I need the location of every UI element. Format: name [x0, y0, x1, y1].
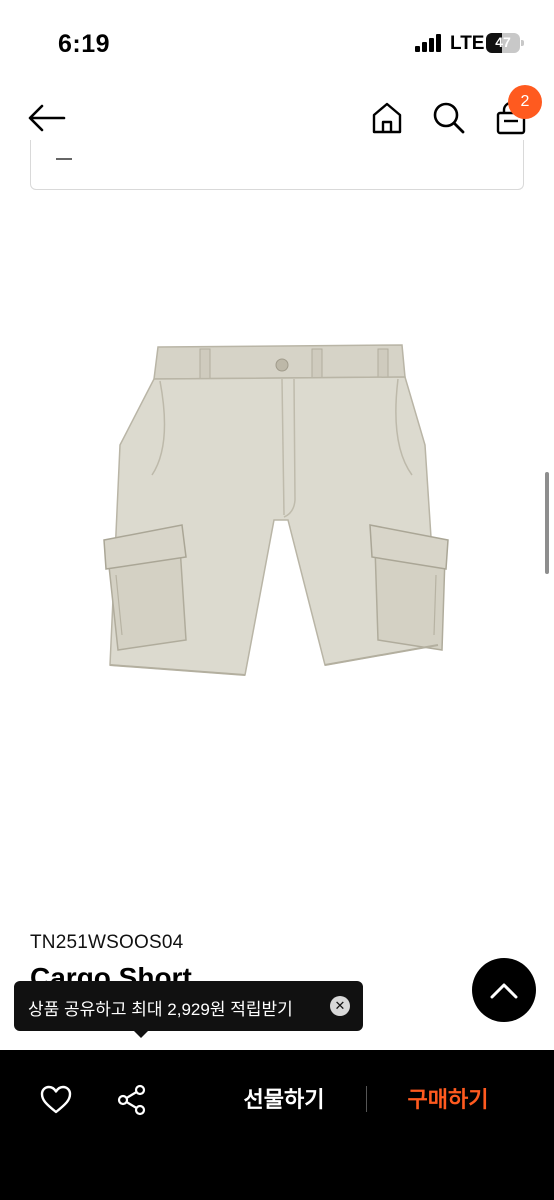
share-reward-tooltip: 상품 공유하고 최대 2,929원 적립받기 ✕	[14, 981, 363, 1038]
cargo-shorts-image	[103, 344, 449, 676]
product-detail-page: 6:19 LTE 47 2 TN251WSOOS04 Cargo Short 상…	[0, 0, 554, 1200]
share-button[interactable]	[110, 1078, 154, 1122]
buy-button[interactable]: 구매하기	[396, 1080, 500, 1120]
battery-icon: 47	[486, 33, 524, 53]
tooltip-close-button[interactable]: ✕	[330, 996, 350, 1016]
like-button[interactable]	[34, 1078, 78, 1122]
gift-button[interactable]: 선물하기	[232, 1080, 336, 1120]
cart-count-badge: 2	[508, 85, 542, 119]
chevron-up-icon	[490, 983, 518, 999]
status-bar: 6:19 LTE 47	[0, 0, 554, 80]
status-time: 6:19	[58, 30, 111, 58]
product-code: TN251WSOOS04	[30, 932, 184, 953]
close-circle-icon: ✕	[334, 998, 346, 1013]
option-select-box[interactable]	[30, 140, 524, 190]
network-type: LTE	[450, 33, 485, 54]
arrow-left-icon	[28, 104, 66, 132]
option-dash	[56, 158, 72, 160]
home-icon	[372, 102, 402, 134]
share-reward-text: 상품 공유하고 최대 2,929원 적립받기	[28, 1000, 293, 1019]
product-image	[90, 335, 470, 705]
signal-strength-icon	[415, 34, 443, 52]
heart-icon	[40, 1085, 72, 1114]
back-button[interactable]	[24, 96, 68, 140]
tooltip-arrow	[132, 1029, 150, 1038]
scroll-to-top-button[interactable]	[472, 958, 536, 1022]
share-icon	[117, 1084, 146, 1116]
scroll-indicator[interactable]	[545, 472, 549, 574]
search-icon	[433, 102, 465, 134]
home-button[interactable]	[365, 96, 409, 140]
bottom-action-bar: 선물하기 구매하기	[0, 1050, 554, 1200]
search-button[interactable]	[427, 96, 471, 140]
battery-level: 47	[495, 34, 511, 50]
bar-divider	[366, 1086, 367, 1112]
